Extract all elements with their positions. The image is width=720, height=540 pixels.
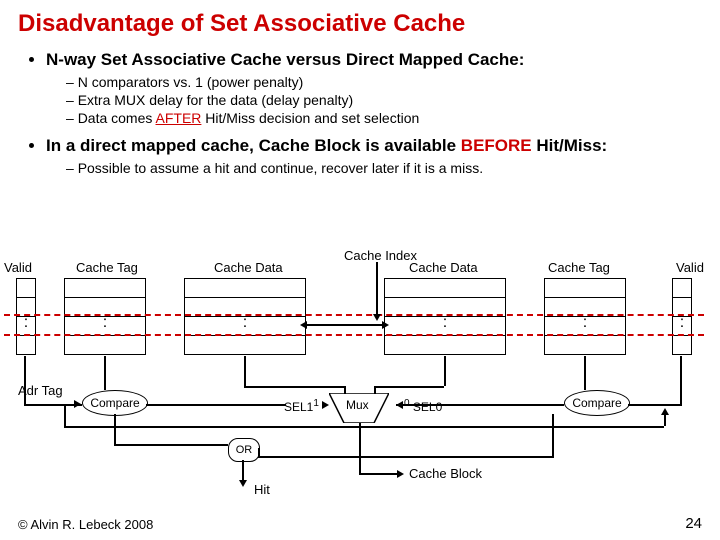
sel0-text: SEL0 [413,400,442,414]
line-cb-v [359,423,361,473]
line-data-r-v [444,356,446,386]
line-data-l-h [244,386,344,388]
adr-long-arrow [661,408,669,415]
index-line-bottom [4,334,704,336]
mid-connector [304,324,384,326]
table-data-right: : [384,278,506,355]
line-sel0b [396,404,444,406]
table-valid-left: : [16,278,36,355]
label-valid-right: Valid [676,260,704,275]
bullet-1: N-way Set Associative Cache versus Direc… [46,50,702,126]
sub-2: Possible to assume a hit and continue, r… [66,160,702,176]
label-valid-left: Valid [4,260,32,275]
arrow-cb [397,470,404,478]
sel1-text: SEL1 [284,400,313,414]
or-gate: OR [228,438,260,462]
slide-title: Disadvantage of Set Associative Cache [18,10,702,38]
line-sel1 [146,404,286,406]
bullet-2-mid: BEFORE [461,136,532,155]
line-tag-compare-r [584,356,586,390]
sub-1b: Extra MUX delay for the data (delay pena… [66,92,702,108]
sub-1c-mid: AFTER [156,110,202,126]
adr-long-v1 [64,404,66,426]
line-or-r-v2 [258,448,260,456]
line-data-r-h [374,386,444,388]
table-tag-left: : [64,278,146,355]
bullet-2-post: Hit/Miss: [532,136,608,155]
bullet-list: N-way Set Associative Cache versus Direc… [18,50,702,176]
arrow-sel1 [322,401,329,409]
footer-page: 24 [685,515,702,532]
line-cb-h [359,473,399,475]
line-hit [242,460,244,480]
sub-1c-pre: Data comes [78,110,156,126]
line-tag-compare-l [104,356,106,390]
mid-arrow-right [382,321,389,329]
label-tag-left: Cache Tag [76,260,138,275]
label-tag-right: Cache Tag [548,260,610,275]
line-or-r-v [552,414,554,456]
footer-copyright: © Alvin R. Lebeck 2008 [18,517,153,532]
label-cache-block: Cache Block [409,466,482,481]
bullet-2-pre: In a direct mapped cache, Cache Block is… [46,136,461,155]
arrow-hit [239,480,247,487]
table-data-left: : [184,278,306,355]
label-sel0: 0 SEL0 [404,398,442,414]
label-hit: Hit [254,482,270,497]
adr-long [64,426,664,428]
compare-left: Compare [82,390,148,416]
line-valid-compare-l2 [24,404,82,406]
line-or-l-v [114,414,116,444]
sel1-sup: 1 [313,398,319,409]
table-valid-right: : [672,278,692,355]
index-arrow-line [376,262,378,314]
sub-1c-post: Hit/Miss decision and set selection [201,110,419,126]
bullet-1-text: N-way Set Associative Cache versus Direc… [46,50,524,69]
line-sel0 [444,404,564,406]
mid-arrow-left [300,321,307,329]
line-valid-compare-r [680,356,682,404]
label-index: Cache Index [344,248,417,263]
label-data-left: Cache Data [214,260,283,275]
diagram: Valid Cache Tag Cache Data Cache Index C… [4,248,716,508]
label-sel1: SEL11 [284,398,319,414]
sub-1c: Data comes AFTER Hit/Miss decision and s… [66,110,702,126]
label-mux: Mux [346,398,369,412]
line-data-r-v2 [374,386,376,394]
adr-long-v2 [664,414,666,426]
line-valid-compare-r2 [628,404,682,406]
bullet-2: In a direct mapped cache, Cache Block is… [46,136,702,176]
compare-right: Compare [564,390,630,416]
line-valid-compare-l [24,356,26,404]
line-or-l-h [114,444,228,446]
line-data-l-v [244,356,246,386]
line-or-r-h [258,456,554,458]
label-data-right: Cache Data [409,260,478,275]
index-arrow-head [373,314,381,321]
sub-1a: N comparators vs. 1 (power penalty) [66,74,702,90]
index-line-top [4,314,704,316]
line-data-l-v2 [344,386,346,394]
table-tag-right: : [544,278,626,355]
